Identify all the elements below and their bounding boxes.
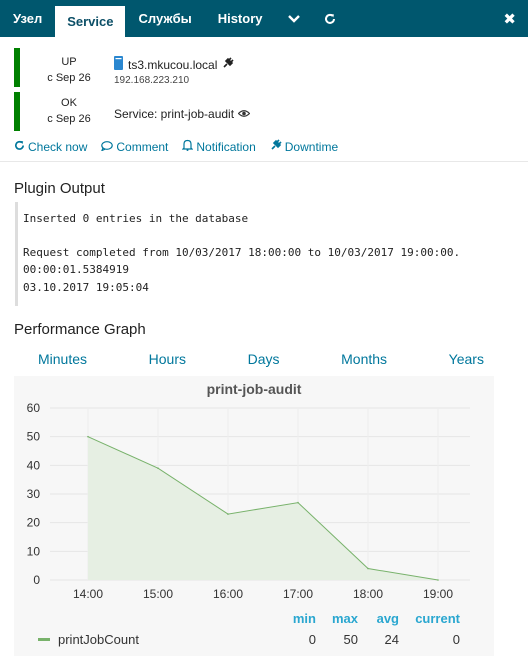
- plugin-output: Inserted 0 entries in the database Reque…: [15, 202, 515, 306]
- plug-icon: [222, 57, 234, 72]
- divider: [0, 161, 528, 162]
- host-state-since: с Sep 26: [47, 72, 91, 84]
- legend-series-name: printJobCount: [58, 632, 139, 647]
- y-tick-label: 0: [33, 573, 40, 587]
- chevron-down-icon[interactable]: [276, 0, 312, 37]
- y-tick-label: 40: [27, 458, 41, 472]
- data-point: [157, 467, 159, 469]
- x-tick-label: 14:00: [73, 587, 103, 601]
- legend-value: 0: [309, 632, 316, 647]
- refresh-icon: [14, 140, 25, 154]
- legend-header: max: [332, 611, 359, 626]
- tab-bar: Узел Service Службы History ✖: [0, 0, 528, 37]
- host-name-label: ts3.mkucou.local: [128, 57, 218, 72]
- plugin-output-line: 00:00:01.5384919: [23, 263, 129, 276]
- plugin-output-line: Request completed from 10/03/2017 18:00:…: [23, 245, 461, 259]
- range-selector: Minutes Hours Days Months Years: [14, 351, 494, 367]
- range-months[interactable]: Months: [341, 351, 387, 367]
- comment-icon: [101, 140, 114, 154]
- comment-label: Comment: [116, 139, 169, 154]
- downtime-label: Downtime: [284, 139, 339, 154]
- service-state: OK: [61, 97, 77, 109]
- notification-label: Notification: [196, 139, 256, 154]
- eye-icon: [237, 107, 251, 121]
- tab-service[interactable]: Service: [55, 6, 126, 37]
- service-name-label: Service: print-job-audit: [114, 107, 235, 121]
- legend-value: 50: [344, 632, 358, 647]
- range-hours[interactable]: Hours: [149, 351, 186, 367]
- plugin-output-line: 03.10.2017 19:05:04: [23, 280, 149, 294]
- data-point: [87, 435, 89, 438]
- performance-chart: print-job-audit 0 10 20 30 40 50 60 14:00 15:00 16…: [14, 376, 494, 656]
- plug-icon: [270, 139, 282, 154]
- tab-node[interactable]: Узел: [0, 0, 55, 37]
- legend-header: avg: [377, 611, 399, 626]
- close-icon[interactable]: ✖: [503, 10, 516, 28]
- legend-swatch: [38, 638, 50, 641]
- refresh-icon[interactable]: [312, 0, 348, 37]
- data-point: [227, 513, 229, 515]
- chart-title: print-job-audit: [207, 381, 302, 397]
- performance-graph-title: Performance Graph: [14, 321, 146, 338]
- host-status-bar: [14, 48, 20, 87]
- y-tick-label: 20: [27, 516, 41, 530]
- host-state: UP: [61, 56, 77, 68]
- check-now-label: Check now: [28, 139, 88, 154]
- x-tick-label: 18:00: [353, 587, 383, 601]
- host-status-row: UP с Sep 26 ts3.mkucou.local 192.168.223…: [14, 48, 514, 87]
- y-tick-label: 10: [27, 544, 41, 558]
- range-days[interactable]: Days: [248, 351, 280, 367]
- x-tick-label: 19:00: [423, 587, 453, 601]
- service-state-since: с Sep 26: [47, 113, 91, 125]
- tab-services[interactable]: Службы: [125, 0, 204, 37]
- server-icon: [114, 56, 123, 73]
- comment-button[interactable]: Comment: [101, 139, 168, 154]
- legend-value: 0: [453, 632, 460, 647]
- y-tick-label: 50: [27, 430, 41, 444]
- data-point: [297, 501, 299, 504]
- bell-icon: [181, 139, 194, 154]
- legend-value: 24: [385, 632, 399, 647]
- service-status-row: OK с Sep 26 Service: print-job-audit: [14, 92, 514, 131]
- data-point: [367, 567, 369, 570]
- y-tick-label: 30: [27, 487, 41, 501]
- chart-svg: print-job-audit 0 10 20 30 40 50 60 14:00 15:00 16…: [27, 381, 470, 647]
- host-name[interactable]: ts3.mkucou.local: [114, 56, 234, 73]
- y-tick-label: 60: [27, 401, 41, 415]
- plugin-output-line: Inserted 0 entries in the database: [23, 212, 249, 225]
- action-bar: Check now Comment Notification Downtime: [14, 139, 338, 154]
- tab-history[interactable]: History: [205, 0, 276, 37]
- downtime-button[interactable]: Downtime: [270, 139, 338, 154]
- plugin-output-title: Plugin Output: [14, 180, 105, 197]
- x-tick-label: 17:00: [283, 587, 313, 601]
- range-minutes[interactable]: Minutes: [38, 351, 87, 367]
- x-tick-label: 16:00: [213, 587, 243, 601]
- x-tick-label: 15:00: [143, 587, 173, 601]
- legend-header: current: [415, 611, 460, 626]
- service-status-bar: [14, 92, 20, 131]
- service-name[interactable]: Service: print-job-audit: [114, 107, 251, 121]
- data-point: [437, 579, 439, 581]
- legend-header: min: [293, 611, 316, 626]
- check-now-button[interactable]: Check now: [14, 139, 87, 154]
- host-ip: 192.168.223.210: [114, 75, 190, 86]
- notification-button[interactable]: Notification: [181, 139, 256, 154]
- range-years[interactable]: Years: [449, 351, 484, 367]
